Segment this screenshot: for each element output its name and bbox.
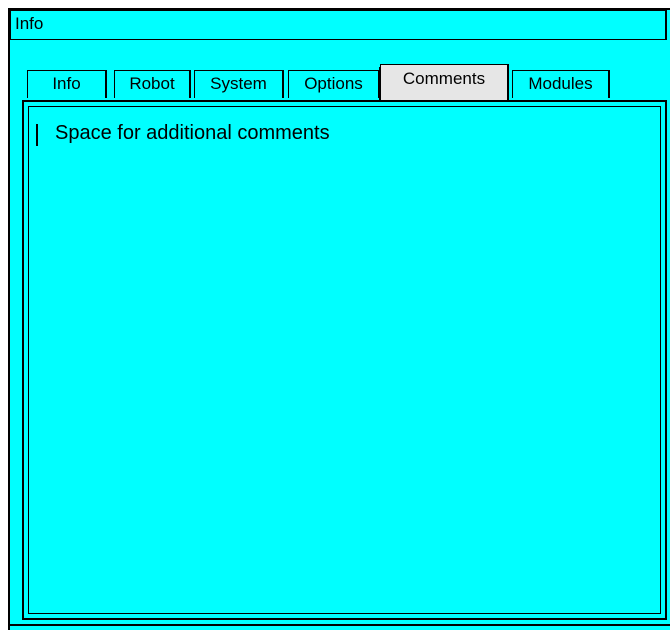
tab-bar: Info Robot System Options Comments Modul…	[22, 64, 622, 102]
tab-info-label: Info	[52, 74, 81, 93]
tab-comments[interactable]: Comments	[379, 64, 509, 100]
bottom-border	[8, 624, 670, 626]
tab-options-label: Options	[304, 74, 363, 93]
title-bar: Info	[10, 10, 667, 40]
tab-system-label: System	[210, 74, 267, 93]
tab-modules-label: Modules	[528, 74, 593, 93]
tab-system[interactable]: System	[194, 70, 284, 98]
tab-info[interactable]: Info	[27, 70, 107, 98]
comments-text: Space for additional comments	[55, 122, 330, 144]
tab-comments-label: Comments	[402, 69, 486, 88]
text-caret	[36, 124, 38, 146]
tab-options[interactable]: Options	[288, 70, 380, 98]
window-title: Info	[15, 14, 44, 33]
tab-robot[interactable]: Robot	[114, 70, 191, 98]
comments-textarea[interactable]: Space for additional comments	[28, 106, 661, 614]
comments-panel: Space for additional comments	[22, 100, 667, 620]
tab-robot-label: Robot	[129, 74, 175, 93]
tab-modules[interactable]: Modules	[512, 70, 610, 98]
